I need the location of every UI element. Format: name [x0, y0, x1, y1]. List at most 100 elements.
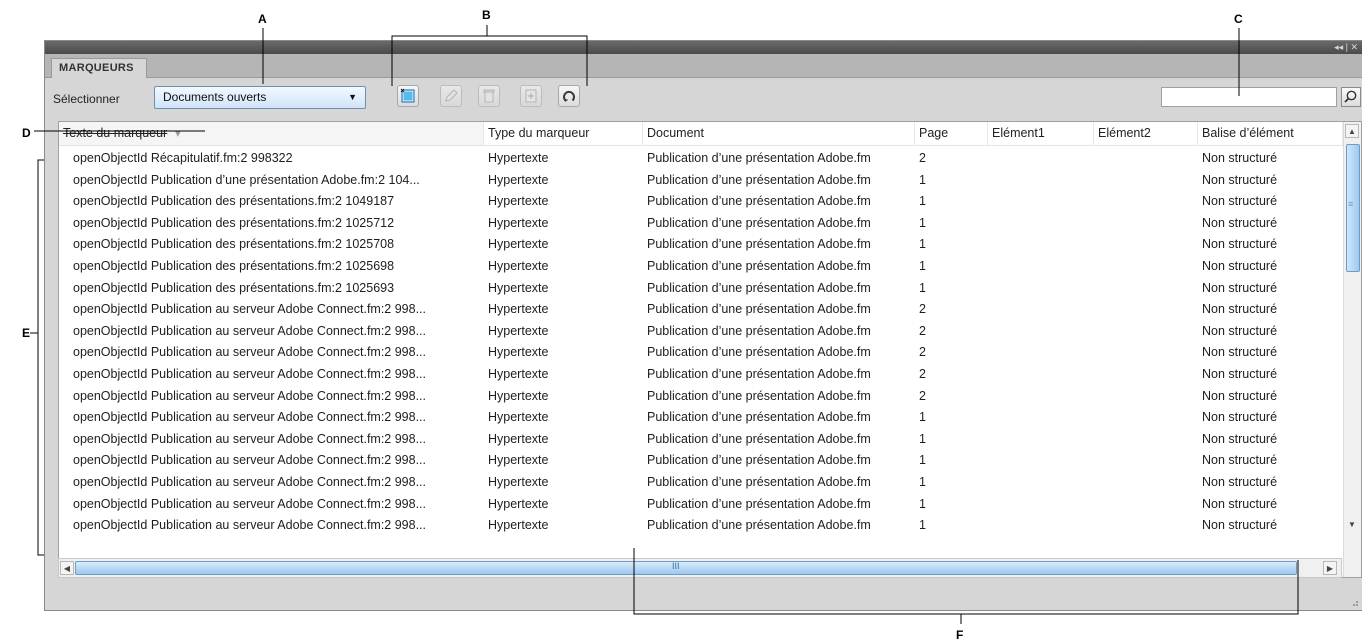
cell-element-tag: Non structuré	[1202, 172, 1278, 187]
table-row[interactable]: openObjectId Publication d’une présentat…	[59, 169, 1343, 191]
convert-marker-icon	[525, 89, 537, 103]
document-scope-dropdown[interactable]: Documents ouverts ▼	[154, 86, 366, 109]
column-header-marker-type[interactable]: Type du marqueur	[484, 122, 643, 145]
cell-element1	[988, 190, 1094, 212]
cell-marker-type: Hypertexte	[488, 302, 549, 317]
delete-marker-icon	[483, 89, 495, 103]
cell-marker-text: openObjectId Publication au serveur Adob…	[73, 345, 427, 360]
cell-element-tag: Non structuré	[1202, 431, 1278, 446]
search-button[interactable]	[1341, 87, 1361, 107]
table-row[interactable]: openObjectId Récapitulatif.fm:2 998322 Hy…	[59, 147, 1343, 169]
cell-document: Publication d’une présentation Adobe.fm	[647, 172, 871, 187]
cell-marker-type: Hypertexte	[488, 496, 549, 511]
table-row[interactable]: openObjectId Publication au serveur Adob…	[59, 385, 1343, 407]
cell-document: Publication d’une présentation Adobe.fm	[647, 259, 871, 273]
cell-document: Publication d’une présentation Adobe.fm	[647, 475, 871, 489]
tab-markers[interactable]: MARQUEURS	[51, 58, 147, 78]
scroll-right-icon[interactable]: ▶	[1323, 561, 1337, 575]
cell-document: Publication d’une présentation Adobe.fm	[647, 194, 871, 209]
cell-marker-type: Hypertexte	[488, 280, 549, 295]
cell-page: 1	[919, 475, 926, 489]
cell-marker-type: Hypertexte	[488, 237, 549, 252]
table-row[interactable]: openObjectId Publication au serveur Adob…	[59, 298, 1343, 320]
cell-marker-type: Hypertexte	[488, 345, 549, 360]
table-row[interactable]: openObjectId Publication au serveur Adob…	[59, 363, 1343, 385]
table-row[interactable]: openObjectId Publication des présentatio…	[59, 212, 1343, 234]
column-header-element2[interactable]: Elément2	[1094, 122, 1198, 145]
cell-marker-text: openObjectId Publication des présentatio…	[73, 194, 395, 209]
cell-element1	[988, 320, 1094, 342]
cell-marker-type: Hypertexte	[488, 151, 549, 165]
column-header-element1[interactable]: Elément1	[988, 122, 1094, 145]
cell-element2	[1094, 277, 1198, 299]
cell-element2	[1094, 298, 1198, 320]
table-row[interactable]: openObjectId Publication au serveur Adob…	[59, 341, 1343, 363]
cell-marker-type: Hypertexte	[488, 453, 549, 468]
cell-document: Publication d’une présentation Adobe.fm	[647, 367, 871, 381]
edit-marker-button[interactable]	[440, 85, 462, 107]
cell-marker-text: openObjectId Publication des présentatio…	[73, 280, 395, 295]
cell-document: Publication d’une présentation Adobe.fm	[647, 151, 871, 165]
scroll-left-icon[interactable]: ◀	[60, 561, 74, 575]
cell-page: 1	[919, 215, 926, 230]
cell-element2	[1094, 190, 1198, 212]
panel-collapse-close-controls[interactable]: ◂◂ | ✕	[1334, 41, 1358, 54]
select-label: Sélectionner	[53, 92, 120, 106]
table-row[interactable]: openObjectId Publication des présentatio…	[59, 255, 1343, 277]
cell-element2	[1094, 320, 1198, 342]
cell-marker-text: openObjectId Publication au serveur Adob…	[73, 410, 427, 425]
table-row[interactable]: openObjectId Publication au serveur Adob…	[59, 428, 1343, 450]
table-row[interactable]: openObjectId Publication des présentatio…	[59, 190, 1343, 212]
column-header-element-tag[interactable]: Balise d’élément	[1198, 122, 1343, 145]
horizontal-scrollbar[interactable]: ◀ III ▶	[58, 558, 1342, 578]
cell-element2	[1094, 212, 1198, 234]
cell-element-tag: Non structuré	[1202, 302, 1278, 317]
cell-document: Publication d’une présentation Adobe.fm	[647, 431, 871, 446]
cell-page: 1	[919, 194, 926, 209]
refresh-button[interactable]	[558, 85, 580, 107]
callout-b: B	[482, 8, 491, 22]
table-row[interactable]: openObjectId Publication au serveur Adob…	[59, 514, 1343, 536]
resize-grip-icon[interactable]	[1349, 597, 1359, 607]
vertical-scrollbar[interactable]: ▲ ≡ ▼	[1343, 122, 1361, 577]
column-header-marker-text[interactable]: Texte du marqueur ▾	[59, 122, 484, 145]
search-input[interactable]	[1161, 87, 1337, 107]
new-marker-button[interactable]	[397, 85, 419, 107]
refresh-icon	[563, 91, 575, 102]
cell-element-tag: Non structuré	[1202, 518, 1278, 533]
column-header-document[interactable]: Document	[643, 122, 915, 145]
table-row[interactable]: openObjectId Publication au serveur Adob…	[59, 449, 1343, 471]
cell-element-tag: Non structuré	[1202, 367, 1278, 381]
table-row[interactable]: openObjectId Publication au serveur Adob…	[59, 406, 1343, 428]
column-header-page[interactable]: Page	[915, 122, 988, 145]
vertical-scroll-thumb[interactable]: ≡	[1346, 144, 1360, 272]
table-row[interactable]: openObjectId Publication au serveur Adob…	[59, 493, 1343, 515]
delete-marker-button[interactable]	[478, 85, 500, 107]
scroll-up-icon[interactable]: ▲	[1345, 124, 1359, 138]
cell-element1	[988, 406, 1094, 428]
cell-element-tag: Non structuré	[1202, 259, 1278, 273]
cell-element-tag: Non structuré	[1202, 215, 1278, 230]
table-row[interactable]: openObjectId Publication au serveur Adob…	[59, 320, 1343, 342]
cell-element2	[1094, 341, 1198, 363]
cell-marker-text: openObjectId Publication au serveur Adob…	[73, 496, 427, 511]
cell-marker-type: Hypertexte	[488, 259, 549, 273]
cell-document: Publication d’une présentation Adobe.fm	[647, 345, 871, 360]
cell-element1	[988, 233, 1094, 255]
callout-e: E	[22, 326, 31, 340]
horizontal-scroll-thumb[interactable]: III	[75, 561, 1297, 575]
table-row[interactable]: openObjectId Publication des présentatio…	[59, 277, 1343, 299]
panel-title-bar: ◂◂ | ✕	[45, 41, 1362, 54]
cell-page: 1	[919, 259, 926, 273]
cell-element-tag: Non structuré	[1202, 388, 1278, 403]
convert-marker-button[interactable]	[520, 85, 542, 107]
cell-marker-text: openObjectId Publication au serveur Adob…	[73, 367, 427, 381]
table-row[interactable]: openObjectId Publication au serveur Adob…	[59, 471, 1343, 493]
cell-marker-text: openObjectId Publication d’une présentat…	[73, 172, 420, 187]
cell-marker-text: openObjectId Publication au serveur Adob…	[73, 518, 427, 533]
scroll-down-icon[interactable]: ▼	[1348, 520, 1356, 529]
cell-marker-text: openObjectId Publication des présentatio…	[73, 237, 395, 252]
cell-document: Publication d’une présentation Adobe.fm	[647, 302, 871, 317]
cell-page: 1	[919, 280, 926, 295]
table-row[interactable]: openObjectId Publication des présentatio…	[59, 233, 1343, 255]
